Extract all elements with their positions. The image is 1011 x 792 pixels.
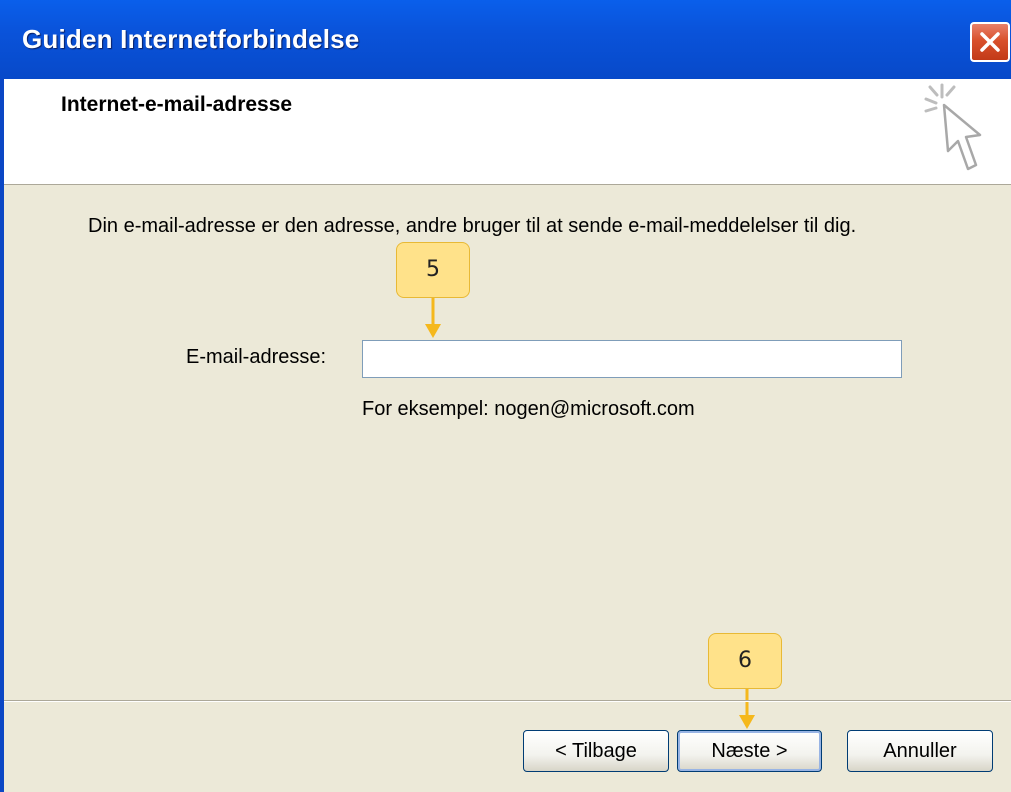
window-title: Guiden Internetforbindelse (22, 24, 360, 54)
close-button[interactable] (970, 22, 1010, 62)
sparkle-cursor-icon (924, 83, 982, 171)
callout-6: 6 (708, 633, 782, 689)
callout-6-arrow (739, 689, 755, 729)
description-text: Din e-mail-adresse er den adresse, andre… (88, 215, 857, 237)
close-icon (980, 32, 1000, 52)
callout-5: 5 (396, 242, 470, 298)
callout-5-arrow (425, 298, 441, 338)
cancel-button[interactable]: Annuller (847, 730, 993, 772)
back-button[interactable]: < Tilbage (523, 730, 669, 772)
wizard-header: Internet-e-mail-adresse (4, 79, 1011, 185)
page-title: Internet-e-mail-adresse (61, 93, 293, 116)
example-text: For eksempel: nogen@microsoft.com (362, 398, 695, 420)
window-border (0, 79, 4, 792)
next-button[interactable]: Næste > (677, 730, 822, 772)
title-bar[interactable]: Guiden Internetforbindelse (0, 0, 1011, 79)
wizard-window: Guiden Internetforbindelse Internet-e-ma… (0, 0, 1011, 792)
email-field[interactable] (362, 340, 902, 378)
footer-divider (4, 700, 1011, 702)
email-label: E-mail-adresse: (186, 346, 327, 368)
